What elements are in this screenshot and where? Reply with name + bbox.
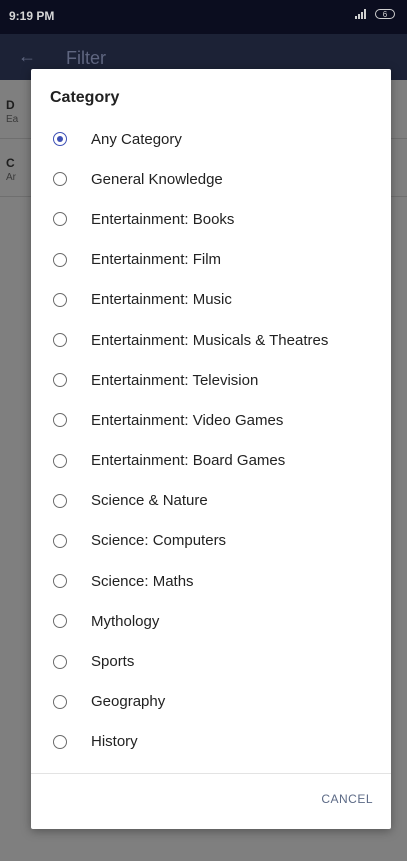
category-option[interactable]: Science: Maths <box>31 561 391 601</box>
category-option[interactable]: Science & Nature <box>31 481 391 521</box>
radio-button[interactable] <box>53 453 67 468</box>
radio-button[interactable] <box>53 373 67 388</box>
category-option[interactable]: Sports <box>31 641 391 681</box>
arrow-left-icon[interactable]: ← <box>18 46 36 67</box>
category-dialog: Category Any Category General Knowledge En… <box>31 69 391 829</box>
status-time: 9:19 PM <box>9 9 55 23</box>
radio-button[interactable] <box>53 533 67 548</box>
category-option[interactable]: Entertainment: Board Games <box>31 441 391 481</box>
category-option-label: Any Category <box>91 130 182 148</box>
signal-icon <box>355 9 369 19</box>
radio-button[interactable] <box>53 333 67 348</box>
category-option[interactable]: Entertainment: Film <box>31 240 391 280</box>
category-option-label: Entertainment: Board Games <box>91 452 286 470</box>
category-option-label: Entertainment: Film <box>91 251 222 269</box>
category-option-label: History <box>91 733 138 751</box>
status-bar: 9:19 PM 6 <box>0 0 407 34</box>
category-option-label: Entertainment: Books <box>91 210 235 228</box>
category-option-label: Mythology <box>91 612 160 630</box>
radio-button[interactable] <box>53 574 67 589</box>
radio-button[interactable] <box>53 734 67 749</box>
battery-icon: 6 <box>375 9 395 19</box>
category-option[interactable]: Entertainment: Video Games <box>31 400 391 440</box>
dialog-footer: CANCEL <box>31 773 391 829</box>
category-option-label: Entertainment: Television <box>91 371 259 389</box>
background-row-title: C <box>6 156 15 170</box>
category-option[interactable]: History <box>31 722 391 762</box>
category-option-label: Geography <box>91 693 166 711</box>
category-option[interactable]: General Knowledge <box>31 159 391 199</box>
status-icons: 6 <box>355 9 395 19</box>
category-option[interactable]: Mythology <box>31 601 391 641</box>
category-option[interactable]: Any Category <box>31 119 391 159</box>
category-option[interactable]: Science: Computers <box>31 521 391 561</box>
radio-button[interactable] <box>53 292 67 307</box>
category-option-label: Science: Computers <box>91 532 227 550</box>
category-option-label: Sports <box>91 653 135 671</box>
category-option-label: Entertainment: Musicals & Theatres <box>91 331 329 349</box>
background-row-subtitle: Ar <box>6 172 16 183</box>
cancel-button[interactable]: CANCEL <box>321 792 373 806</box>
category-option[interactable]: Entertainment: Musicals & Theatres <box>31 320 391 360</box>
category-option-label: Entertainment: Video Games <box>91 411 284 429</box>
category-option[interactable]: Entertainment: Books <box>31 199 391 239</box>
radio-button[interactable] <box>53 252 67 267</box>
category-option-label: General Knowledge <box>91 170 223 188</box>
radio-button[interactable] <box>53 172 67 187</box>
dialog-title: Category <box>50 89 120 106</box>
background-row-subtitle: Ea <box>6 114 19 125</box>
category-option[interactable]: Geography <box>31 682 391 722</box>
radio-button[interactable] <box>53 212 67 227</box>
category-option-label: Science: Maths <box>91 572 194 590</box>
background-row-title: D <box>6 98 15 112</box>
category-option-label: Entertainment: Music <box>91 291 232 309</box>
category-option[interactable]: Entertainment: Television <box>31 360 391 400</box>
category-option[interactable]: Entertainment: Music <box>31 280 391 320</box>
category-option-label: Science & Nature <box>91 492 208 510</box>
category-options-list[interactable]: Any Category General Knowledge Entertainme… <box>31 119 391 774</box>
radio-button[interactable] <box>53 132 67 147</box>
radio-button[interactable] <box>53 694 67 709</box>
radio-button[interactable] <box>53 654 67 669</box>
radio-button[interactable] <box>53 413 67 428</box>
radio-button[interactable] <box>53 493 67 508</box>
page-title: Filter <box>66 48 106 68</box>
radio-button[interactable] <box>53 614 67 629</box>
